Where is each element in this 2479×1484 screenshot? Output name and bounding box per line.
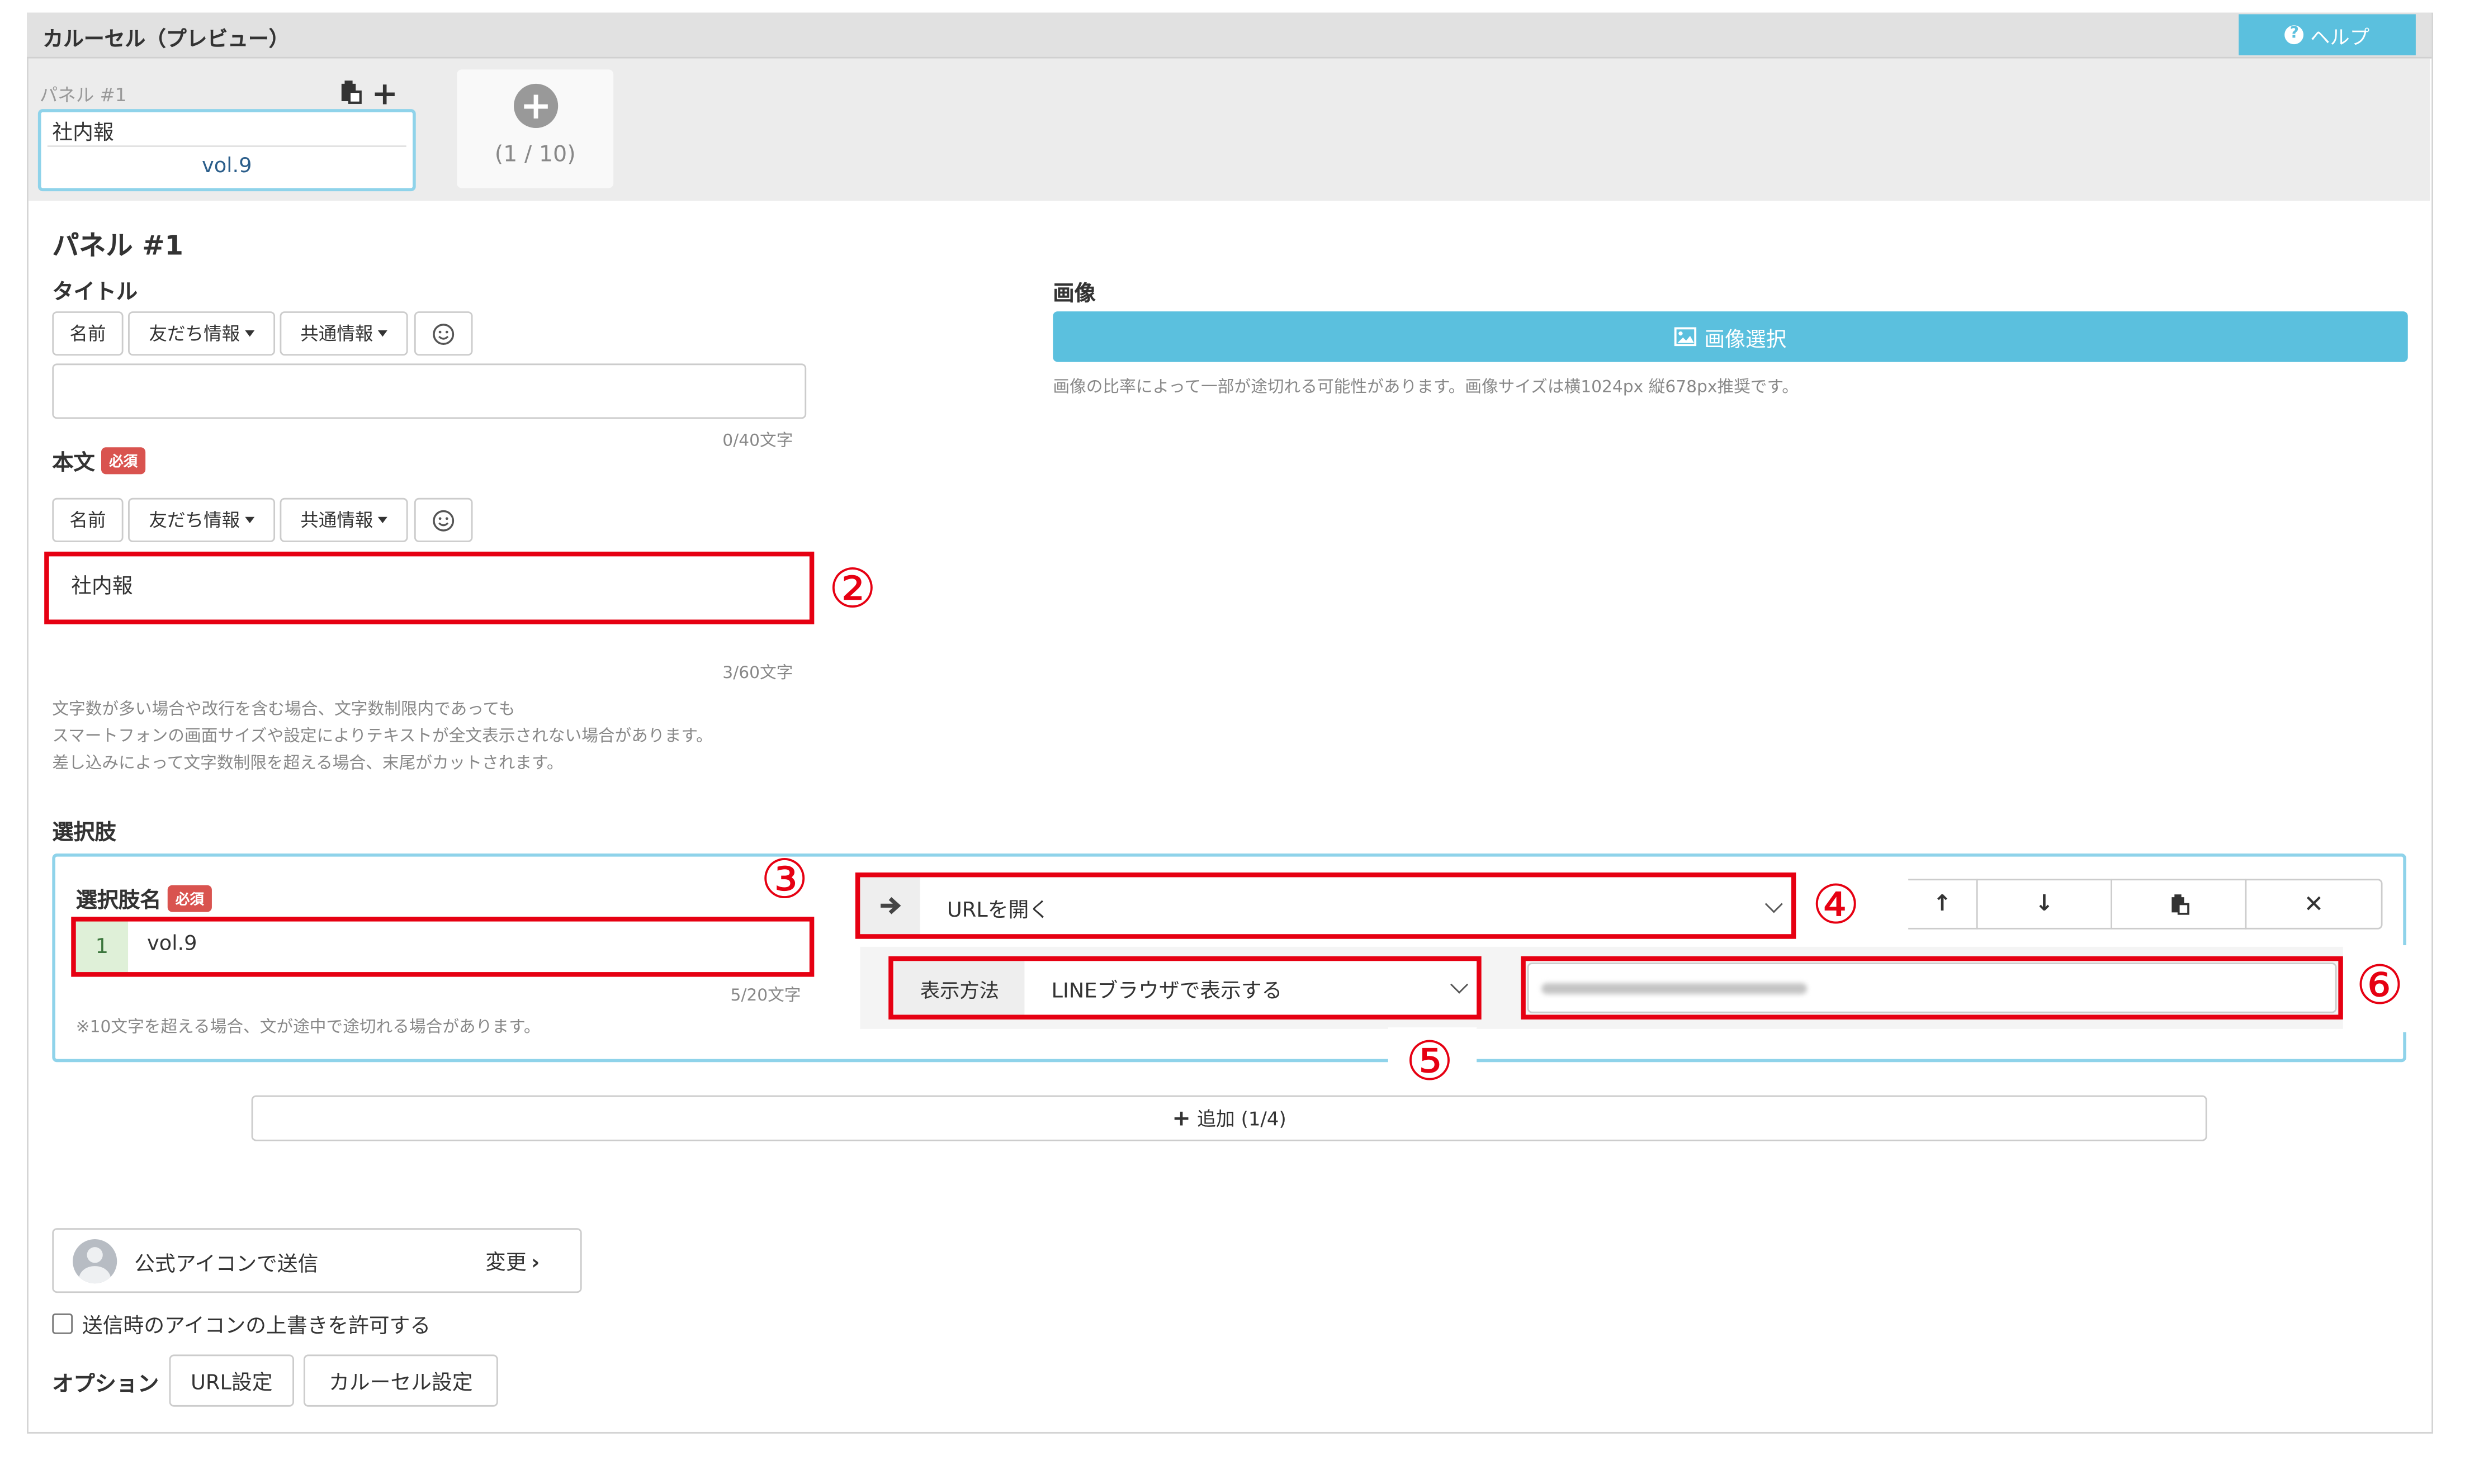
smile-icon (433, 323, 455, 344)
panel-tab-label: パネル #1 (39, 83, 127, 106)
required-badge: 必須 (101, 447, 146, 475)
avatar-head (87, 1247, 103, 1263)
caret-down-icon (377, 516, 387, 524)
annotation-box-2 (44, 551, 815, 624)
help-button[interactable]: ? ヘルプ (2239, 14, 2416, 55)
chevron-right-icon: › (531, 1251, 540, 1276)
friend-info-label: 友だち情報 (149, 322, 240, 345)
friend-info-label: 友だち情報 (149, 509, 240, 532)
friend-info-dropdown[interactable]: 友だち情報 (128, 311, 276, 356)
body-label-text: 本文 (52, 450, 95, 476)
add-panel-button[interactable]: + (1 / 10) (457, 69, 614, 188)
panel-heading: パネル #1 (52, 230, 184, 263)
editor-frame (27, 12, 2433, 1434)
caret-down-icon (244, 516, 254, 524)
insert-name-button[interactable]: 名前 (52, 497, 124, 542)
common-info-label: 共通情報 (300, 322, 373, 345)
required-badge: 必須 (167, 885, 212, 912)
add-icon[interactable]: + (372, 74, 398, 112)
friend-info-dropdown[interactable]: 友だち情報 (128, 497, 276, 542)
common-info-dropdown[interactable]: 共通情報 (280, 311, 408, 356)
question-icon: ? (2284, 25, 2304, 45)
emoji-button[interactable] (414, 311, 473, 356)
image-select-label: 画像選択 (1704, 328, 1787, 352)
common-info-dropdown[interactable]: 共通情報 (280, 497, 408, 542)
annotation-number-5: ⑤ (1405, 1030, 1454, 1094)
body-note-3: 差し込みによって文字数制限を超える場合、末尾がカットされます。 (52, 753, 564, 773)
panel-tab-choice: vol.9 (201, 155, 252, 179)
header-title: カルーセル（プレビュー） (42, 28, 290, 53)
override-checkbox[interactable] (52, 1313, 73, 1334)
annotation-number-4: ④ (1811, 874, 1860, 937)
image-select-button[interactable]: 画像選択 (1053, 311, 2408, 362)
paste-icon (2172, 894, 2189, 915)
carousel-editor: カルーセル（プレビュー） ? ヘルプ パネル #1 + 社内報 vol.9 + … (0, 0, 2479, 1484)
choice-name-label-text: 選択肢名 (75, 888, 162, 914)
annotation-number-6: ⑥ (2355, 954, 2404, 1018)
add-choice-label: 追加 (1/4) (1196, 1108, 1286, 1130)
body-counter: 3/60文字 (722, 663, 793, 683)
annotation-number-3: ③ (760, 848, 809, 912)
image-icon (1674, 327, 1697, 347)
move-down-button[interactable]: ↓ (1976, 879, 2112, 930)
choices-label: 選択肢 (52, 820, 116, 846)
divider (47, 145, 406, 147)
sender-label: 公式アイコンで送信 (134, 1253, 319, 1277)
paste-icon[interactable] (337, 79, 362, 111)
caret-down-icon (244, 330, 254, 337)
header-bar: カルーセル（プレビュー） ? ヘルプ (27, 12, 2432, 59)
body-note-2: スマートフォンの画面サイズや設定によりテキストが全文表示されない場合があります。 (52, 727, 713, 746)
close-icon: ✕ (2303, 890, 2324, 918)
body-note-1: 文字数が多い場合や改行を含む場合、文字数制限内であっても (52, 700, 515, 719)
url-settings-button[interactable]: URL設定 (169, 1354, 294, 1407)
plus-circle-icon: + (514, 83, 559, 129)
help-label: ヘルプ (2310, 24, 2370, 49)
copy-button[interactable] (2111, 879, 2247, 930)
insert-name-button[interactable]: 名前 (52, 311, 124, 356)
sender-selector[interactable]: 公式アイコンで送信 変更 › (52, 1228, 582, 1293)
panel-counter: (1 / 10) (494, 142, 576, 168)
title-label: タイトル (52, 279, 138, 305)
options-label: オプション (52, 1372, 159, 1397)
sender-change-label: 変更 (485, 1251, 527, 1276)
title-input[interactable] (52, 363, 807, 419)
annotation-box-6 (1521, 956, 2343, 1020)
choice-name-counter: 5/20文字 (730, 986, 801, 1006)
override-label: 送信時のアイコンの上書きを許可する (82, 1315, 431, 1339)
sender-change-link[interactable]: 変更 › (485, 1245, 540, 1276)
carousel-settings-button[interactable]: カルーセル設定 (303, 1354, 498, 1407)
image-label: 画像 (1053, 281, 1096, 307)
annotation-box-4 (855, 872, 1796, 939)
annotation-box-3 (71, 917, 815, 977)
plus-icon: + (1172, 1106, 1191, 1131)
move-up-button[interactable]: ↑ (1908, 879, 1978, 930)
annotation-number-2: ② (828, 558, 877, 622)
image-note: 画像の比率によって一部が途切れる可能性があります。画像サイズは横1024px 縦… (1053, 377, 1799, 397)
annotation-box-5 (888, 956, 1482, 1020)
emoji-button[interactable] (414, 497, 473, 542)
common-info-label: 共通情報 (300, 509, 373, 532)
avatar (73, 1239, 117, 1284)
avatar-body (79, 1266, 111, 1284)
panel-tab-card[interactable]: 社内報 vol.9 (37, 109, 416, 192)
choice-name-note: ※10文字を超える場合、文が途中で途切れる場合があります。 (75, 1018, 541, 1037)
caret-down-icon (377, 330, 387, 337)
delete-button[interactable]: ✕ (2245, 879, 2383, 930)
add-choice-button[interactable]: + 追加 (1/4) (251, 1095, 2207, 1141)
title-counter: 0/40文字 (722, 431, 793, 451)
panel-tab-title: 社内報 (52, 121, 114, 146)
body-label: 本文 必須 (52, 444, 146, 476)
choice-name-label: 選択肢名 必須 (75, 882, 212, 914)
arrow-down-icon: ↓ (2035, 891, 2054, 917)
smile-icon (433, 509, 455, 531)
arrow-up-icon: ↑ (1933, 891, 1952, 917)
